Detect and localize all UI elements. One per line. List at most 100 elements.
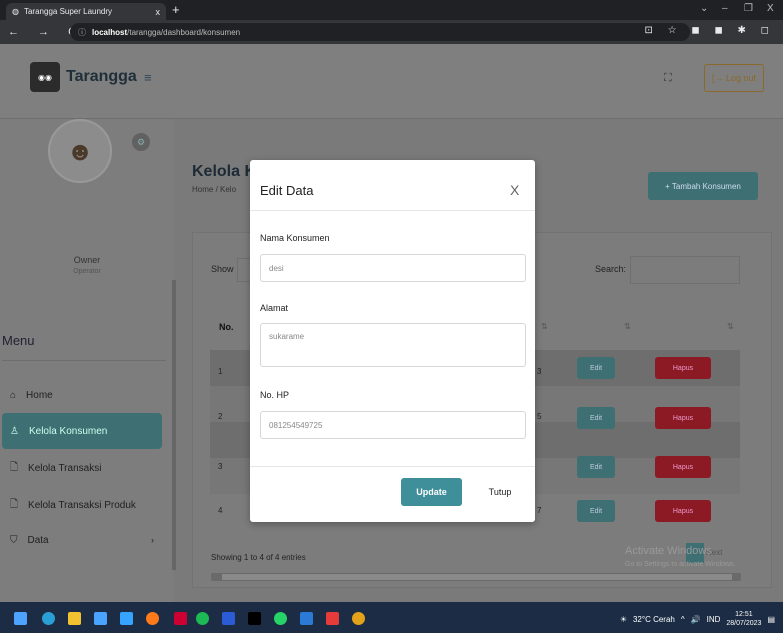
add-customer-button[interactable]: + Tambah Konsumen [648,172,758,200]
activation-watermark-sub: Go to Settings to activate Windows. [625,561,736,568]
vscode-icon[interactable] [300,612,313,625]
url-field[interactable]: ⓘ localhost/tarangga/dashboard/konsumen [70,23,690,41]
row-number: 1 [218,367,223,376]
settings-icon[interactable]: ⚙ [132,133,150,151]
sidebar-item-kelola-transaksi[interactable]: 🗋 Kelola Transaksi [2,450,162,486]
info-icon[interactable]: ⓘ [78,27,86,38]
row-number: 3 [218,462,223,471]
language-indicator[interactable]: IND [707,615,721,624]
user-icon: ♙ [10,425,19,437]
app-icon[interactable] [174,612,187,625]
divider [250,466,535,467]
extension-icons[interactable]: ⊡ ☆ ◼ ◼ ✱ ◻ [644,25,775,36]
delete-button[interactable]: Hapus [655,357,711,379]
fullscreen-icon[interactable]: ⛶ [664,72,672,85]
search-label: Search: [595,264,627,274]
logout-button[interactable]: [→ Log out [704,64,764,92]
sort-icon[interactable]: ⇅ [541,322,548,331]
nama-label: Nama Konsumen [260,233,330,243]
browser-tab-strip: ◍ Tarangga Super Laundry x + ⌄ – ❐ X [0,0,783,20]
file-icon: 🗋 [10,498,19,510]
date: 28/07/2023 [726,620,762,627]
table-info: Showing 1 to 4 of 4 entries [211,553,306,562]
hp-input[interactable] [260,411,526,439]
weather-icon[interactable]: ☀ [620,615,627,624]
edit-button[interactable]: Edit [577,357,615,379]
edit-modal: Edit Data X Nama Konsumen Alamat sukaram… [250,160,535,522]
sidebar-item-kelola-transaksi-produk[interactable]: 🗋 Kelola Transaksi Produk [2,487,162,523]
chevron-down-icon[interactable]: ⌄ [700,3,708,14]
speaker-icon[interactable]: 🔊 [691,615,701,624]
minimize-icon[interactable]: – [722,3,728,14]
new-tab-button[interactable]: + [172,2,180,17]
menu-title: Menu [2,333,35,348]
delete-button[interactable]: Hapus [655,407,711,429]
notification-icon[interactable]: ▤ [767,615,775,624]
scrollbar-thumb[interactable] [222,574,732,580]
user-role: Owner [73,255,101,265]
chrome-icon[interactable] [352,612,365,625]
edit-button[interactable]: Edit [577,407,615,429]
delete-button[interactable]: Hapus [655,500,711,522]
tab-title: Tarangga Super Laundry [23,7,113,16]
maximize-icon[interactable]: ❐ [744,3,753,14]
spotify-icon[interactable] [196,612,209,625]
hp-label: No. HP [260,390,290,400]
laundry-logo-icon: ◉◉ [30,62,60,92]
tab-close-icon[interactable]: x [156,7,161,17]
breadcrumb: Home / Kelo [192,185,237,194]
sidebar-item-label: Kelola Transaksi Produk [28,499,136,511]
tiktok-icon[interactable] [248,612,261,625]
brand-name: Tarangga [66,68,137,85]
entries-select[interactable] [237,258,251,282]
tray-chevron-icon[interactable]: ^ [681,615,685,624]
file-explorer-icon[interactable] [68,612,81,625]
show-label: Show [211,264,234,274]
home-icon: ⌂ [10,389,17,401]
sidebar-scrollbar[interactable] [172,280,176,570]
sort-icon[interactable]: ⇅ [727,322,734,331]
user-subrole: Operator [73,268,101,275]
edge-icon[interactable] [42,612,55,625]
sidebar-item-label: Kelola Transaksi [28,462,102,474]
address-bar-row: ← → C ⓘ localhost/tarangga/dashboard/kon… [0,20,783,44]
edit-button[interactable]: Edit [577,456,615,478]
page-title: Kelola K [192,163,257,180]
sidebar-item-label: Home [26,389,53,401]
sort-icon[interactable]: ⇅ [624,322,631,331]
close-button[interactable]: Tutup [475,478,525,506]
clock[interactable]: 12:51 28/07/2023 [726,610,761,628]
browser-tab[interactable]: ◍ Tarangga Super Laundry x [6,3,166,20]
url-host: localhost [92,27,128,37]
close-icon[interactable]: X [510,182,519,198]
globe-icon: ◍ [12,7,19,16]
url-path: /tarangga/dashboard/konsumen [127,27,241,37]
windows-start-icon[interactable] [14,612,27,625]
row-cell: 7 [537,506,542,515]
col-header-no[interactable]: No. [219,322,234,332]
sidebar-item-data[interactable]: ⛉ Data › [2,522,162,558]
store-icon[interactable] [120,612,133,625]
system-tray: ☀ 32°C Cerah ^ 🔊 IND 12:51 28/07/2023 ▤ [620,610,775,628]
close-window-icon[interactable]: X [767,3,774,14]
calculator-icon[interactable] [94,612,107,625]
whatsapp-icon[interactable] [274,612,287,625]
weather-text[interactable]: 32°C Cerah [633,615,675,624]
firefox-icon[interactable] [146,612,159,625]
sidebar-item-kelola-konsumen[interactable]: ♙ Kelola Konsumen [2,413,162,449]
sidebar-item-home[interactable]: ⌂ Home [2,377,162,413]
search-input[interactable] [630,256,740,284]
word-icon[interactable] [222,612,235,625]
row-cell: 3 [537,367,542,376]
menu-toggle-icon[interactable]: ≡ [144,70,152,85]
update-button[interactable]: Update [401,478,462,506]
xampp-icon[interactable] [326,612,339,625]
row-cell: 5 [537,412,542,421]
delete-button[interactable]: Hapus [655,456,711,478]
sidebar-item-label: Kelola Konsumen [28,425,108,437]
nama-input[interactable] [260,254,526,282]
alamat-textarea[interactable]: sukarame [260,323,526,367]
file-icon: 🗋 [10,461,19,473]
edit-button[interactable]: Edit [577,500,615,522]
alamat-label: Alamat [260,303,289,313]
